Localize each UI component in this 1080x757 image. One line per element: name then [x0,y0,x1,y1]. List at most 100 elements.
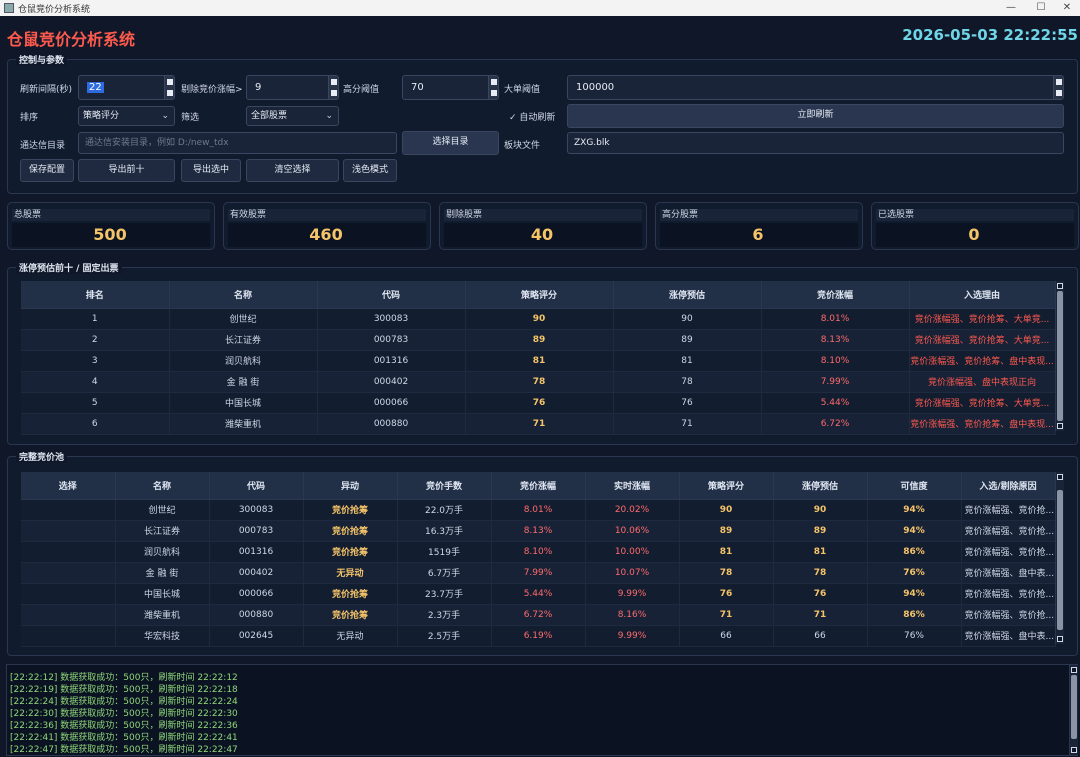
table-row[interactable]: 创世纪 300083 竞价抢筹 22.0万手 8.01% 20.02% 90 90 94% 竞价涨… [21,499,1056,521]
filter-label: 筛选 [181,113,200,123]
refresh-now-button[interactable]: 立即刷新 [567,104,1064,128]
table-cell: 竞价涨幅强、盘中表现正向 [909,371,1056,393]
scroll-up-icon[interactable] [1057,283,1063,289]
clear-selection-button[interactable]: 清空选择 [246,159,339,182]
block-file-input[interactable]: ZXG.blk [567,132,1064,154]
table-row[interactable]: 3 润贝航科 001316 81 81 8.10% 竞价涨幅强、竞价抢筹、盘中表现... [21,350,1056,372]
table-row[interactable]: 2 长江证券 000783 89 89 8.13% 竞价涨幅强、竞价抢筹、大单竞... [21,329,1056,351]
scroll-thumb[interactable] [1071,675,1077,739]
scroll-down-icon[interactable] [1057,423,1063,429]
top10-col-header[interactable]: 名称 [169,281,318,309]
table-row[interactable]: 长江证券 000783 竞价抢筹 16.3万手 8.13% 10.06% 89 89 94% 竞价… [21,520,1056,542]
save-config-button[interactable]: 保存配置 [20,159,74,182]
scroll-up-icon[interactable] [1071,667,1077,673]
auto-refresh-checkbox[interactable]: ✓ 自动刷新 [509,110,555,123]
light-mode-button[interactable]: 浅色模式 [343,159,397,182]
refresh-interval-input[interactable]: 22 [78,75,175,100]
pool-col-header[interactable]: 名称 [115,472,210,500]
table-cell: 潍柴重机 [169,413,318,435]
export-top10-button[interactable]: 导出前十 [78,159,175,182]
table-row[interactable]: 1 创世纪 300083 90 90 8.01% 竞价涨幅强、竞价抢筹、大单竞... [21,308,1056,330]
table-row[interactable]: 中国长城 000066 竞价抢筹 23.7万手 5.44% 9.99% 76 76 94% 竞价涨… [21,583,1056,605]
table-cell: 竞价抢筹 [303,604,398,626]
stat-high: 高分股票 6 [655,202,863,250]
table-row[interactable]: 潍柴重机 000880 竞价抢筹 2.3万手 6.72% 8.16% 71 71 86% 竞价涨幅… [21,604,1056,626]
pool-col-header[interactable]: 实时涨幅 [585,472,680,500]
window-titlebar: 仓鼠竞价分析系统 — ☐ ✕ [0,0,1080,16]
pool-col-header[interactable]: 入选/剔除原因 [961,472,1056,500]
pool-col-header[interactable]: 竞价手数 [397,472,492,500]
table-row[interactable]: 华宏科技 002645 无异动 2.5万手 6.19% 9.99% 66 66 76% 竞价涨幅强… [21,625,1056,647]
table-cell: 竞价涨幅强、竞价抢... [961,520,1056,542]
tdx-dir-input[interactable]: 通达信安装目录，例如 D:/new_tdx [78,132,397,154]
chevron-down-icon: ⌄ [161,111,169,121]
select-checkbox[interactable] [21,583,116,605]
top10-col-header[interactable]: 入选理由 [909,281,1056,309]
pool-col-header[interactable]: 代码 [209,472,304,500]
table-cell: 90 [465,308,614,330]
select-checkbox[interactable] [21,562,116,584]
minimize-icon[interactable]: — [994,0,1028,16]
scroll-thumb[interactable] [1057,291,1063,421]
pool-col-header[interactable]: 选择 [21,472,116,500]
top10-scrollbar[interactable] [1055,281,1064,431]
table-row[interactable]: 润贝航科 001316 竞价抢筹 1519手 8.10% 10.00% 81 81 86% 竞价涨… [21,541,1056,563]
top10-col-header[interactable]: 策略评分 [465,281,614,309]
table-cell: 90 [773,499,868,521]
top10-col-header[interactable]: 涨停预估 [613,281,762,309]
pool-col-header[interactable]: 竞价涨幅 [491,472,586,500]
top10-col-header[interactable]: 代码 [317,281,466,309]
pool-col-header[interactable]: 策略评分 [679,472,774,500]
scroll-up-icon[interactable] [1057,474,1063,480]
table-row[interactable]: 5 中国长城 000066 76 76 5.44% 竞价涨幅强、竞价抢筹、大单竞... [21,392,1056,414]
select-checkbox[interactable] [21,520,116,542]
table-cell: 20.02% [585,499,680,521]
table-cell: 90 [679,499,774,521]
big-order-label: 大单阈值 [504,85,541,95]
pool-col-header[interactable]: 异动 [303,472,398,500]
table-cell: 金 融 街 [115,562,210,584]
big-order-input[interactable]: 100000 [567,75,1064,100]
stat-excluded-label: 剔除股票 [444,209,642,221]
table-cell: 创世纪 [169,308,318,330]
pool-col-header[interactable]: 涨停预估 [773,472,868,500]
table-row[interactable]: 金 融 街 000402 无异动 6.7万手 7.99% 10.07% 78 78 76% 竞价涨… [21,562,1056,584]
exclude-rise-spinner[interactable] [328,76,338,99]
table-cell: 竞价抢筹 [303,541,398,563]
exclude-rise-input[interactable]: 9 [246,75,339,100]
scroll-down-icon[interactable] [1057,636,1063,642]
log-line: [22:22:41] 数据获取成功：500只，刷新时间 22:22:41 [10,733,238,743]
table-cell: 300083 [209,499,304,521]
top10-table: 排名 名称 代码 策略评分 涨停预估 竞价涨幅 入选理由 1 创世纪 300083 90 90 8.0… [21,281,1056,435]
table-row[interactable]: 4金 融 街 000402 78 78 7.99% 竞价涨幅强、盘中表现正向 [21,371,1056,393]
check-icon: ✓ [509,113,517,123]
log-line: [22:22:30] 数据获取成功：500只，刷新时间 22:22:30 [10,709,238,719]
select-checkbox[interactable] [21,604,116,626]
sort-select[interactable]: 策略评分 ⌄ [78,106,175,126]
table-cell: 86% [867,604,962,626]
table-cell: 76 [465,392,614,414]
select-checkbox[interactable] [21,499,116,521]
scroll-down-icon[interactable] [1071,747,1077,753]
export-selected-button[interactable]: 导出选中 [181,159,241,182]
select-checkbox[interactable] [21,625,116,647]
refresh-interval-spinner[interactable] [164,76,174,99]
close-icon[interactable]: ✕ [1050,0,1080,16]
table-cell: 竞价抢筹 [303,499,398,521]
log-scrollbar[interactable] [1069,665,1078,755]
choose-dir-button[interactable]: 选择目录 [402,131,499,155]
high-threshold-label: 高分阈值 [343,85,380,95]
table-row[interactable]: 6 潍柴重机 000880 71 71 6.72% 竞价涨幅强、竞价抢筹、盘中表现... [21,413,1056,435]
table-cell: 5.44% [491,583,586,605]
top10-col-header[interactable]: 排名 [21,281,170,309]
pool-scrollbar[interactable] [1055,472,1064,644]
filter-select[interactable]: 全部股票 ⌄ [246,106,339,126]
big-order-spinner[interactable] [1053,76,1063,99]
scroll-thumb[interactable] [1057,490,1063,630]
high-threshold-spinner[interactable] [488,76,498,99]
top10-col-header[interactable]: 竞价涨幅 [761,281,910,309]
pool-col-header[interactable]: 可信度 [867,472,962,500]
table-cell: 9.99% [585,625,680,647]
select-checkbox[interactable] [21,541,116,563]
high-threshold-input[interactable]: 70 [402,75,499,100]
